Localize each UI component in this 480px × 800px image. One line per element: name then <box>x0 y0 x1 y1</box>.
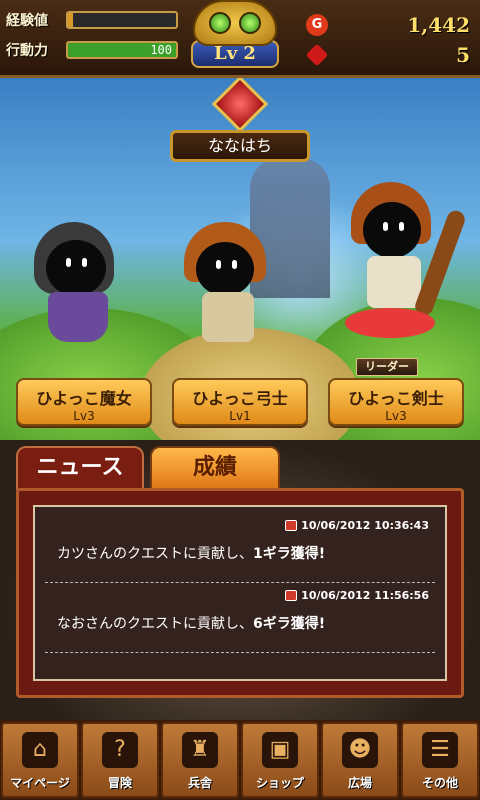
question-icon: ? <box>102 732 138 768</box>
news-panel: 10/06/2012 10:36:43 カツさんのクエストに貢献し、1ギラ獲得!… <box>16 488 464 698</box>
tab-results[interactable]: 成績 <box>150 446 280 490</box>
nav-label: 広場 <box>347 776 372 790</box>
leader-tag: リーダー <box>356 358 418 376</box>
exp-bar-fill <box>68 13 74 27</box>
character-button-swordsman[interactable]: ひよっこ剣士 Lv3 <box>328 378 464 426</box>
chest-icon: ▣ <box>262 732 298 768</box>
action-bar: 100 <box>66 41 178 59</box>
nav-other[interactable]: ☰ その他 <box>401 722 479 798</box>
level-badge: Lv 2 <box>180 0 290 80</box>
action-row: 行動力 100 <box>6 40 178 60</box>
action-value: 100 <box>150 43 172 57</box>
character-level: Lv3 <box>385 409 407 423</box>
news-item[interactable]: 10/06/2012 10:36:43 カツさんのクエストに貢献し、1ギラ獲得! <box>45 513 435 583</box>
gold-row: G 1,442 <box>306 12 474 38</box>
nav-label: その他 <box>421 776 458 790</box>
nav-label: 兵舎 <box>187 776 212 790</box>
character-level: Lv1 <box>229 409 251 423</box>
helmet-icon: ♜ <box>182 732 218 768</box>
exp-label: 経験値 <box>6 13 48 29</box>
witch-character[interactable] <box>30 218 130 348</box>
news-timestamp: 10/06/2012 11:56:56 <box>301 589 429 602</box>
character-name: ひよっこ剣士 <box>348 389 444 408</box>
menu-icon: ☰ <box>422 732 458 768</box>
character-button-archer[interactable]: ひよっこ弓士 Lv1 <box>172 378 308 426</box>
ruby-gem-icon <box>305 43 329 67</box>
people-icon: ☻ <box>342 732 378 768</box>
nav-plaza[interactable]: ☻ 広場 <box>321 722 399 798</box>
gem-value: 5 <box>456 43 470 67</box>
calendar-icon <box>285 520 298 531</box>
news-message: なおさんのクエストに貢献し、 <box>57 616 253 632</box>
news-timestamp: 10/06/2012 10:36:43 <box>301 519 429 532</box>
action-label: 行動力 <box>6 43 48 59</box>
exp-bar <box>66 11 178 29</box>
gold-coin-icon: G <box>306 14 328 36</box>
archer-character[interactable] <box>180 218 290 358</box>
home-icon: ⌂ <box>22 732 58 768</box>
nav-label: マイページ <box>10 776 70 790</box>
tab-news[interactable]: ニュース <box>16 446 144 490</box>
nav-shop[interactable]: ▣ ショップ <box>241 722 319 798</box>
news-message: カツさんのクエストに貢献し、 <box>57 546 253 562</box>
nav-label: ショップ <box>255 776 304 790</box>
character-button-witch[interactable]: ひよっこ魔女 Lv3 <box>16 378 152 426</box>
news-list: 10/06/2012 10:36:43 カツさんのクエストに貢献し、1ギラ獲得!… <box>33 505 447 681</box>
nav-label: 冒険 <box>107 776 132 790</box>
owl-emblem-icon <box>193 0 277 46</box>
calendar-icon <box>285 590 298 601</box>
character-name: ひよっこ魔女 <box>36 389 132 408</box>
status-header: 経験値 行動力 100 Lv 2 G 1,442 5 <box>0 0 480 78</box>
gold-value: 1,442 <box>407 13 470 37</box>
news-item[interactable]: 10/06/2012 11:56:56 なおさんのクエストに貢献し、6ギラ獲得! <box>45 583 435 653</box>
news-reward: 1ギラ獲得! <box>253 546 326 562</box>
character-level: Lv3 <box>73 409 95 423</box>
nav-mypage[interactable]: ⌂ マイページ <box>1 722 79 798</box>
exp-row: 経験値 <box>6 10 178 30</box>
bottom-nav: ⌂ マイページ ? 冒険 ♜ 兵舎 ▣ ショップ ☻ 広場 ☰ その他 <box>0 720 480 800</box>
player-name: ななはち <box>170 130 310 162</box>
nav-barracks[interactable]: ♜ 兵舎 <box>161 722 239 798</box>
nav-adventure[interactable]: ? 冒険 <box>81 722 159 798</box>
ruby-emblem-icon <box>211 78 269 133</box>
character-name: ひよっこ弓士 <box>192 389 288 408</box>
news-reward: 6ギラ獲得! <box>253 616 326 632</box>
swordsman-character[interactable] <box>345 178 468 348</box>
gem-row: 5 <box>305 42 474 68</box>
mushroom-pedestal <box>345 308 435 338</box>
